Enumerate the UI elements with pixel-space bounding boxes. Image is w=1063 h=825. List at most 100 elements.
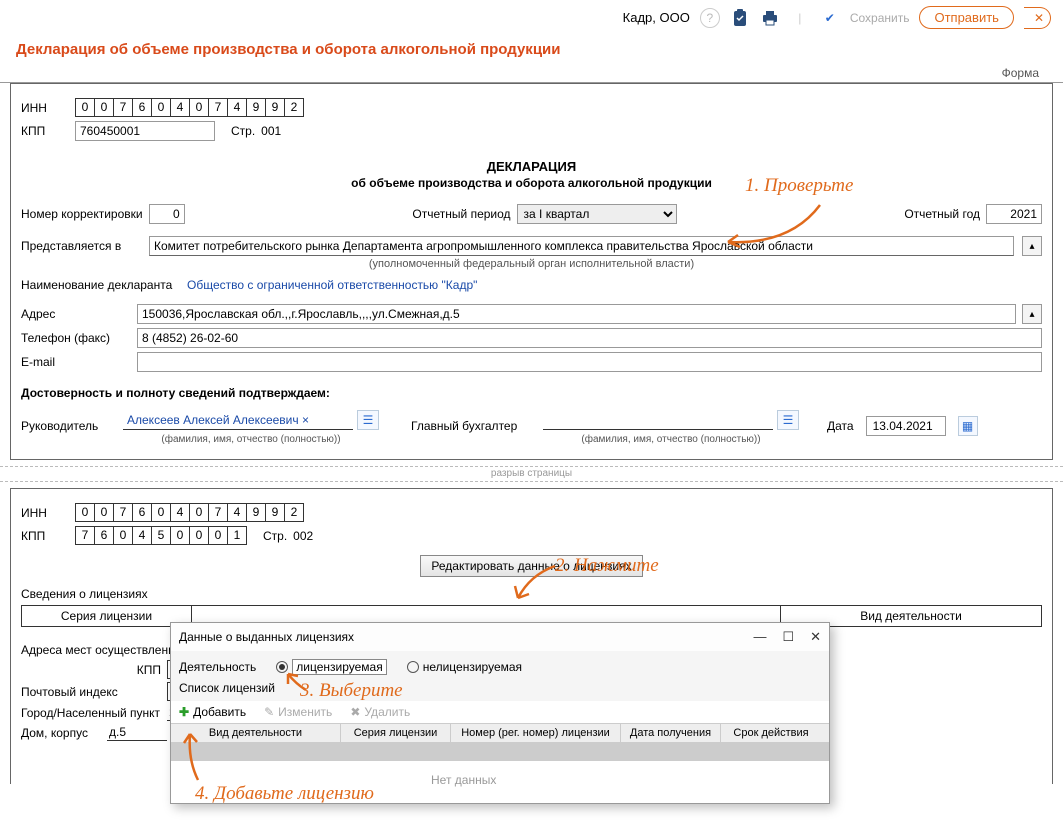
close-dialog-icon[interactable]: ✕ (810, 629, 821, 645)
licenses-section-label: Сведения о лицензиях (21, 587, 1042, 601)
radio-dot-icon (276, 661, 288, 673)
address-picker-button[interactable]: ▴ (1022, 304, 1042, 324)
no-data-label: Нет данных (171, 761, 829, 803)
inn-cell[interactable]: 7 (208, 98, 228, 117)
email-input[interactable] (137, 352, 1042, 372)
page-number: 001 (261, 124, 281, 138)
grid-col-number: Номер (рег. номер) лицензии (451, 724, 621, 742)
license-grid-header: Вид деятельности Серия лицензии Номер (р… (171, 723, 829, 743)
grid-selected-row[interactable] (171, 743, 829, 761)
authority-picker-button[interactable]: ▴ (1022, 236, 1042, 256)
city-label: Город/Населенный пункт (21, 706, 161, 720)
inn-cell[interactable]: 7 (113, 98, 133, 117)
declaration-heading: ДЕКЛАРАЦИЯ (21, 159, 1042, 174)
fio-caption-1: (фамилия, имя, отчество (полностью)) (123, 434, 379, 445)
period-label: Отчетный период (412, 207, 510, 221)
kpp-label-2: КПП (21, 529, 69, 543)
clipboard-icon[interactable] (730, 8, 750, 28)
top-toolbar: Кадр, ООО ? | ✔ Сохранить Отправить ✕ (0, 0, 1063, 35)
inn-cells[interactable]: 0 0 7 6 0 4 0 7 4 9 9 2 (75, 98, 304, 117)
address-input[interactable] (137, 304, 1016, 324)
add-button[interactable]: ✚ Добавить (179, 705, 246, 719)
license-list-label: Список лицензий (179, 681, 821, 695)
activity-label: Деятельность (179, 660, 256, 674)
radio-licensed[interactable]: лицензируемая (276, 659, 386, 675)
help-icon[interactable]: ? (700, 8, 720, 28)
col-series: Серия лицензии (22, 606, 192, 626)
inn-cell[interactable]: 0 (151, 98, 171, 117)
print-icon[interactable] (760, 8, 780, 28)
kpp-label-3: КПП (21, 663, 161, 677)
house-input[interactable] (107, 724, 167, 741)
accountant-name-field[interactable]: . (543, 411, 773, 430)
grid-col-term: Срок действия (721, 724, 821, 742)
submit-to-caption: (уполномоченный федеральный орган исполн… (21, 258, 1042, 270)
page-label: Стр. (231, 124, 255, 138)
grid-col-series: Серия лицензии (341, 724, 451, 742)
delete-icon: ✖ (350, 705, 360, 719)
dialog-title: Данные о выданных лицензиях (179, 630, 354, 644)
sheet-page-1: ИНН 0 0 7 6 0 4 0 7 4 9 9 2 КПП Стр. 001… (10, 83, 1053, 460)
inn-cell[interactable]: 6 (132, 98, 152, 117)
inn-cell[interactable]: 2 (284, 98, 304, 117)
fio-caption-2: (фамилия, имя, отчество (полностью)) (543, 434, 799, 445)
minimize-icon[interactable]: — (753, 629, 766, 645)
send-button[interactable]: Отправить (919, 6, 1013, 29)
date-input[interactable]: 13.04.2021 (866, 416, 946, 436)
period-select[interactable]: за I квартал (517, 204, 677, 224)
grid-col-date: Дата получения (621, 724, 721, 742)
inn-cell[interactable]: 4 (170, 98, 190, 117)
org-name: Кадр, ООО (623, 10, 690, 25)
head-label: Руководитель (21, 419, 111, 433)
submit-to-input[interactable]: Комитет потребительского рынка Департаме… (149, 236, 1014, 256)
radio-dot-icon (407, 661, 419, 673)
page-number-2: 002 (293, 529, 313, 543)
page-break: разрыв страницы (0, 466, 1063, 482)
inn-cell[interactable]: 4 (227, 98, 247, 117)
year-label: Отчетный год (904, 207, 980, 221)
inn-cell[interactable]: 0 (75, 98, 95, 117)
delete-button: ✖ Удалить (350, 705, 410, 719)
grid-col-activity: Вид деятельности (171, 724, 341, 742)
calendar-icon[interactable]: ▦ (958, 416, 978, 436)
save-button: Сохранить (850, 11, 910, 25)
year-input[interactable] (986, 204, 1042, 224)
email-label: E-mail (21, 355, 131, 369)
maximize-icon[interactable]: ☐ (782, 629, 794, 645)
correction-label: Номер корректировки (21, 207, 143, 221)
postal-label: Почтовый индекс (21, 685, 161, 699)
close-icon[interactable]: ✕ (1024, 7, 1051, 29)
date-label: Дата (827, 419, 854, 433)
edit-licenses-button[interactable]: Редактировать данные о лицензиях (420, 555, 642, 577)
correction-input[interactable] (149, 204, 185, 224)
phone-label: Телефон (факс) (21, 331, 131, 345)
phone-input[interactable] (137, 328, 1042, 348)
form-tab[interactable]: Форма (0, 66, 1063, 83)
edit-button: ✎ Изменить (264, 705, 332, 719)
address-label: Адрес (21, 307, 131, 321)
plus-icon: ✚ (179, 705, 189, 719)
chevron-down-icon[interactable]: ✔ (820, 8, 840, 28)
inn-cells-2[interactable]: 007604074992 (75, 503, 304, 522)
kpp-cells-2[interactable]: 760450001 (75, 526, 247, 545)
head-picker-button[interactable]: ☰ (357, 410, 379, 430)
declaration-subheading: об объеме производства и оборота алкогол… (21, 176, 1042, 190)
submit-to-label: Представляется в (21, 239, 141, 253)
inn-cell[interactable]: 0 (189, 98, 209, 117)
accountant-picker-button[interactable]: ☰ (777, 410, 799, 430)
page-label-2: Стр. (263, 529, 287, 543)
declarant-value: Общество с ограниченной ответственностью… (187, 278, 477, 292)
radio-unlicensed[interactable]: нелицензируемая (407, 660, 522, 674)
inn-cell[interactable]: 0 (94, 98, 114, 117)
inn-cell[interactable]: 9 (265, 98, 285, 117)
head-name-field[interactable]: Алексеев Алексей Алексеевич × (123, 411, 353, 430)
inn-label-2: ИНН (21, 506, 69, 520)
declarant-label: Наименование декларанта (21, 278, 181, 292)
kpp-label: КПП (21, 124, 69, 138)
licenses-dialog: Данные о выданных лицензиях — ☐ ✕ Деятел… (170, 622, 830, 804)
accountant-label: Главный бухгалтер (411, 419, 531, 433)
inn-cell[interactable]: 9 (246, 98, 266, 117)
separator-icon: | (790, 8, 810, 28)
kpp-input[interactable] (75, 121, 215, 141)
pencil-icon: ✎ (264, 705, 274, 719)
